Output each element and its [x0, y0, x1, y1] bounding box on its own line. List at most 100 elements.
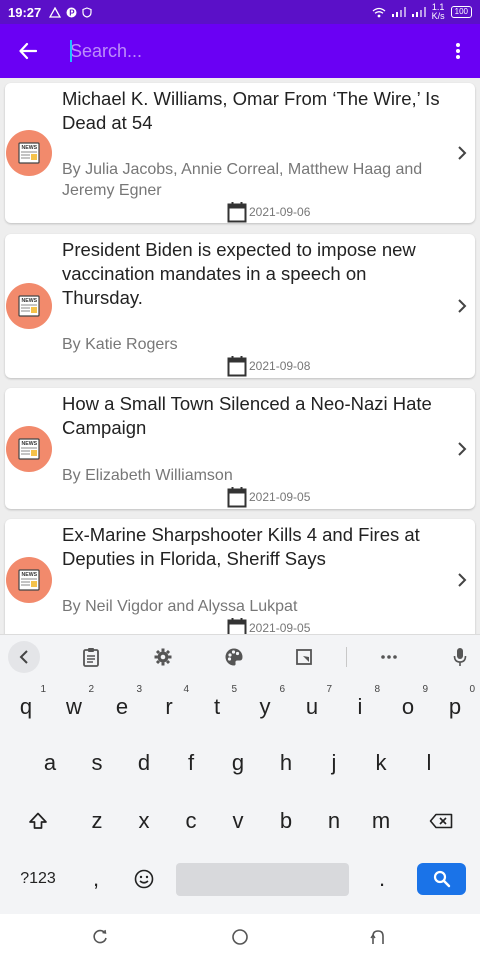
- search-icon: [433, 870, 450, 888]
- period-key[interactable]: .: [360, 853, 404, 905]
- status-bar: 19:27 P 1.1 K/s 100: [0, 0, 480, 24]
- symbols-key[interactable]: ?123: [8, 853, 68, 905]
- keyboard-collapse-button[interactable]: [8, 641, 40, 673]
- calendar-icon: [227, 618, 247, 634]
- comma-key[interactable]: ,: [74, 853, 118, 905]
- article-date: 2021-09-08: [227, 355, 310, 377]
- shift-key[interactable]: [16, 795, 60, 847]
- key-l[interactable]: l: [407, 737, 451, 789]
- key-z[interactable]: z: [75, 795, 119, 847]
- microphone-icon[interactable]: [448, 645, 472, 669]
- key-g[interactable]: g: [216, 737, 260, 789]
- navigation-bar: [0, 914, 480, 960]
- arrow-left-icon: [19, 42, 37, 60]
- home-button[interactable]: [230, 927, 250, 947]
- article-author: By Elizabeth Williamson: [62, 467, 233, 484]
- article-author: By Neil Vigdor and Alyssa Lukpat: [62, 598, 298, 615]
- clipboard-icon[interactable]: [79, 645, 103, 669]
- key-u[interactable]: u7: [290, 681, 334, 733]
- svg-text:NEWS: NEWS: [22, 298, 38, 304]
- backspace-key[interactable]: [419, 795, 463, 847]
- key-i[interactable]: i8: [338, 681, 382, 733]
- key-n[interactable]: n: [312, 795, 356, 847]
- backspace-icon: [429, 813, 453, 829]
- key-x[interactable]: x: [122, 795, 166, 847]
- calendar-icon: [227, 202, 247, 223]
- shift-icon: [29, 812, 47, 829]
- key-d[interactable]: d: [122, 737, 166, 789]
- back-nav-button[interactable]: [368, 927, 388, 947]
- app-bar: [0, 24, 480, 78]
- search-input[interactable]: [56, 40, 436, 62]
- recent-apps-button[interactable]: [90, 927, 110, 947]
- spacebar[interactable]: [176, 863, 349, 896]
- article-title: Ex-Marine Sharpshooter Kills 4 and Fires…: [62, 524, 420, 569]
- chevron-left-icon: [19, 650, 28, 664]
- more-options-button[interactable]: [436, 24, 480, 78]
- key-t[interactable]: t5: [195, 681, 239, 733]
- signal-icon: [391, 7, 406, 17]
- status-time: 19:27: [8, 4, 42, 20]
- key-w[interactable]: w2: [52, 681, 96, 733]
- chevron-right-icon: [455, 143, 469, 163]
- key-m[interactable]: m: [359, 795, 403, 847]
- emoji-icon: [134, 869, 154, 889]
- svg-text:NEWS: NEWS: [22, 572, 38, 578]
- palette-icon[interactable]: [222, 645, 246, 669]
- article-author: By Katie Rogers: [62, 336, 178, 353]
- key-k[interactable]: k: [359, 737, 403, 789]
- signal-icon-2: [411, 7, 426, 17]
- text-cursor: [70, 40, 72, 62]
- back-nav-icon: [370, 930, 384, 944]
- key-e[interactable]: e3: [100, 681, 144, 733]
- key-q[interactable]: q1: [4, 681, 48, 733]
- article-author: By Julia Jacobs, Annie Correal, Matthew …: [62, 161, 423, 199]
- key-y[interactable]: y6: [243, 681, 287, 733]
- chevron-right-icon: [455, 570, 469, 590]
- article-date: 2021-09-06: [227, 201, 310, 223]
- newspaper-icon: NEWS: [6, 557, 52, 603]
- svg-text:P: P: [70, 8, 76, 17]
- article-card[interactable]: NEWS President Biden is expected to impo…: [5, 234, 475, 378]
- search-field[interactable]: [56, 24, 436, 78]
- settings-gear-icon[interactable]: [151, 645, 175, 669]
- search-action-key[interactable]: [417, 863, 466, 895]
- calendar-icon: [227, 487, 247, 508]
- key-b[interactable]: b: [264, 795, 308, 847]
- key-a[interactable]: a: [28, 737, 72, 789]
- resize-keyboard-icon[interactable]: [292, 645, 316, 669]
- article-card[interactable]: NEWS How a Small Town Silenced a Neo-Naz…: [5, 388, 475, 509]
- newspaper-icon: NEWS: [6, 283, 52, 329]
- newspaper-icon: NEWS: [6, 130, 52, 176]
- wifi-icon: [372, 7, 386, 17]
- article-date: 2021-09-05: [227, 486, 310, 508]
- article-card[interactable]: NEWS Michael K. Williams, Omar From ‘The…: [5, 83, 475, 223]
- chevron-right-icon: [455, 296, 469, 316]
- battery-icon: 100: [450, 6, 472, 18]
- key-j[interactable]: j: [312, 737, 356, 789]
- article-list: NEWS Michael K. Williams, Omar From ‘The…: [0, 78, 480, 634]
- svg-text:NEWS: NEWS: [22, 441, 38, 447]
- recents-icon: [93, 929, 107, 944]
- key-c[interactable]: c: [169, 795, 213, 847]
- newspaper-icon: NEWS: [6, 426, 52, 472]
- key-p[interactable]: p0: [433, 681, 477, 733]
- toolbar-divider: [346, 647, 347, 667]
- article-title: Michael K. Williams, Omar From ‘The Wire…: [62, 88, 440, 133]
- calendar-icon: [227, 356, 247, 377]
- shield-icon: [82, 6, 92, 18]
- more-horiz-icon[interactable]: [377, 645, 401, 669]
- emoji-key[interactable]: [122, 853, 166, 905]
- warning-icon: [49, 6, 62, 18]
- key-s[interactable]: s: [75, 737, 119, 789]
- back-button[interactable]: [0, 24, 56, 78]
- key-v[interactable]: v: [216, 795, 260, 847]
- net-speed: 1.1 K/s: [431, 2, 445, 21]
- key-h[interactable]: h: [264, 737, 308, 789]
- key-f[interactable]: f: [169, 737, 213, 789]
- key-r[interactable]: r4: [147, 681, 191, 733]
- p-app-icon: P: [66, 7, 77, 17]
- article-card[interactable]: NEWS Ex-Marine Sharpshooter Kills 4 and …: [5, 519, 475, 634]
- article-date: 2021-09-05: [227, 617, 310, 634]
- key-o[interactable]: o9: [386, 681, 430, 733]
